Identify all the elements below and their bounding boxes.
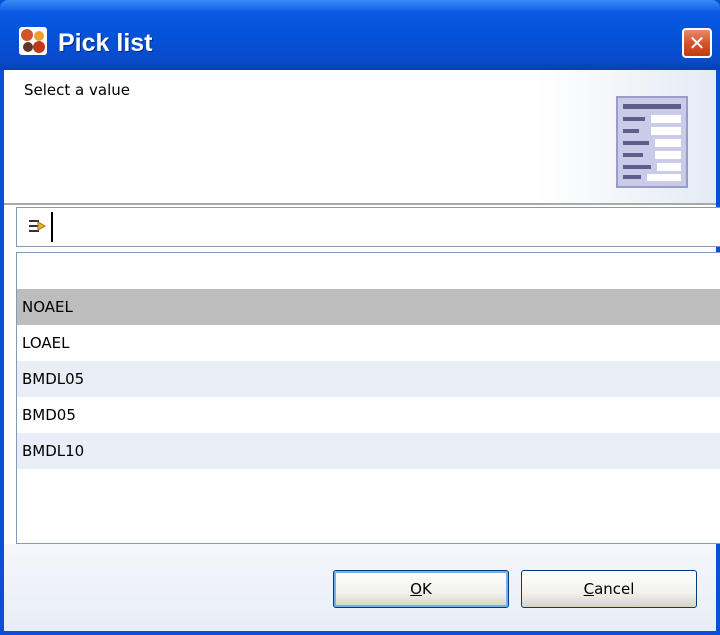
cancel-label-rest: ancel xyxy=(594,580,635,598)
list-item[interactable]: LOAEL xyxy=(17,325,720,361)
cancel-mnemonic: C xyxy=(583,580,595,598)
pick-list-dialog: Pick list ✕ Select a value NOAEL LOAEL B… xyxy=(0,0,720,635)
header-separator xyxy=(4,203,716,205)
list-item[interactable] xyxy=(17,253,720,289)
list-item-selected[interactable]: NOAEL xyxy=(17,289,720,325)
list-item[interactable]: BMD05 xyxy=(17,397,720,433)
filter-box[interactable] xyxy=(16,207,720,247)
list-item[interactable]: BMDL05 xyxy=(17,361,720,397)
list-item[interactable]: BMDL10 xyxy=(17,433,720,469)
value-list[interactable]: NOAEL LOAEL BMDL05 BMD05 BMDL10 xyxy=(16,252,720,544)
filter-input[interactable] xyxy=(51,212,720,242)
header-message: Select a value xyxy=(24,81,130,99)
dialog-header: Select a value xyxy=(4,70,716,203)
app-icon xyxy=(19,27,47,55)
ok-mnemonic: O xyxy=(410,580,422,598)
dialog-footer: OK Cancel xyxy=(4,544,716,631)
filter-icon xyxy=(29,220,47,232)
dialog-body: Select a value NOAEL LOAEL BMDL05 BMD05 … xyxy=(4,70,720,631)
close-button[interactable]: ✕ xyxy=(682,28,712,58)
title-bar[interactable]: Pick list ✕ xyxy=(0,0,720,70)
ok-button[interactable]: OK xyxy=(333,570,509,608)
form-list-icon xyxy=(616,96,688,188)
close-icon: ✕ xyxy=(688,31,706,55)
window-title: Pick list xyxy=(58,29,153,57)
cancel-button[interactable]: Cancel xyxy=(521,570,697,608)
ok-label-rest: K xyxy=(421,580,432,598)
